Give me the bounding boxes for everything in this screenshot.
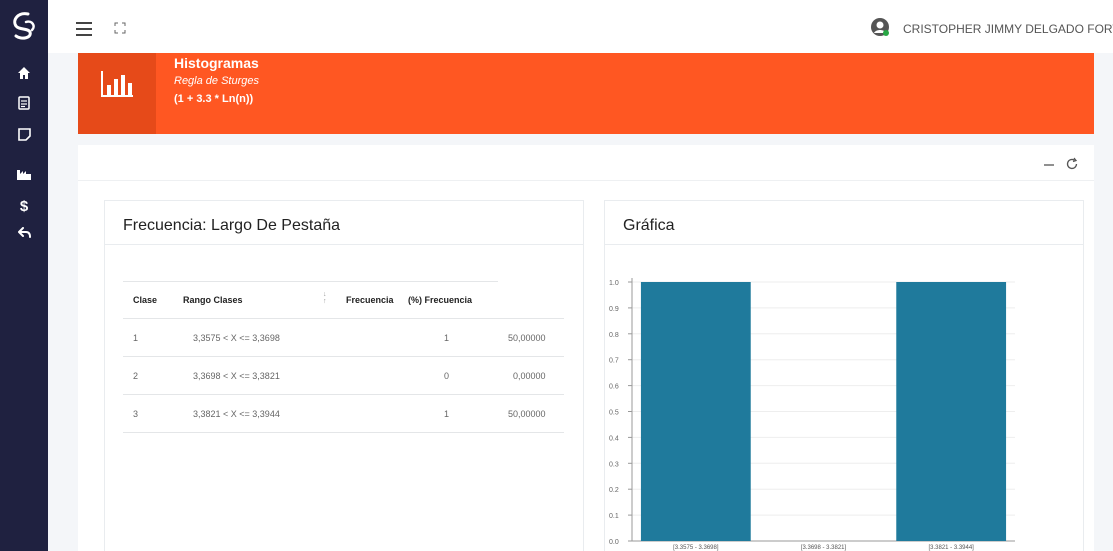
cell-clase: 3 bbox=[133, 409, 139, 419]
histogram-bar bbox=[640, 282, 751, 541]
frequency-panel-title: Frecuencia: Largo De Pestaña bbox=[123, 217, 341, 234]
note-icon[interactable] bbox=[12, 124, 36, 144]
top-navbar: CRISTOPHER JIMMY DELGADO FORTTY bbox=[48, 0, 1113, 53]
y-tick-label: 0.7 bbox=[609, 358, 619, 365]
panel-header-divider bbox=[105, 244, 583, 245]
y-tick-label: 0.3 bbox=[609, 461, 619, 468]
refresh-icon[interactable] bbox=[1065, 157, 1079, 171]
dollar-icon[interactable]: $ bbox=[12, 196, 36, 216]
x-tick-label: [3.3575 - 3.3698] bbox=[673, 545, 719, 551]
histogram-bar bbox=[896, 282, 1007, 541]
factory-icon[interactable] bbox=[12, 164, 36, 184]
col-header-rango-clases[interactable]: Rango Clases bbox=[183, 295, 243, 305]
card-header-divider bbox=[78, 180, 1094, 181]
cell-frecuencia: 0 bbox=[444, 371, 450, 381]
y-tick-label: 0.2 bbox=[609, 487, 619, 494]
page-banner: Histogramas Regla de Sturges (1 + 3.3 * … bbox=[78, 53, 1094, 134]
cell-rango: 3,3821 < X <= 3,3944 bbox=[193, 409, 280, 419]
sidebar: $ bbox=[0, 0, 48, 551]
user-name[interactable]: CRISTOPHER JIMMY DELGADO FORTTY bbox=[903, 22, 1113, 36]
cs-logo[interactable] bbox=[6, 8, 42, 44]
fullscreen-icon[interactable] bbox=[114, 22, 126, 34]
y-tick-label: 0.4 bbox=[609, 435, 619, 442]
minimize-icon[interactable] bbox=[1043, 160, 1055, 170]
y-tick-label: 1.0 bbox=[609, 280, 619, 287]
cell-rango: 3,3575 < X <= 3,3698 bbox=[193, 333, 280, 343]
cell-clase: 1 bbox=[133, 333, 139, 343]
chart-panel: Gráfica 0.0 0.1 0.2 0.3 0.4 0.5 0.6 0.7 0.8 0.9 1.… bbox=[604, 200, 1084, 551]
sturges-formula: (1 + 3.3 * Ln(n)) bbox=[174, 93, 254, 105]
page-subtitle: Regla de Sturges bbox=[174, 75, 259, 87]
main-content: Histogramas Regla de Sturges (1 + 3.3 * … bbox=[56, 53, 1113, 551]
y-tick-label: 0.1 bbox=[609, 513, 619, 520]
back-arrow-icon[interactable] bbox=[12, 222, 36, 242]
y-tick-label: 0.8 bbox=[609, 332, 619, 339]
row-divider bbox=[123, 394, 564, 395]
cell-clase: 2 bbox=[133, 371, 139, 381]
chart-panel-title: Gráfica bbox=[623, 217, 675, 234]
page-title: Histogramas bbox=[174, 55, 259, 71]
x-tick-label: [3.3698 - 3.3821] bbox=[801, 545, 847, 551]
row-divider bbox=[123, 356, 564, 357]
document-icon[interactable] bbox=[12, 93, 36, 113]
col-header-clase[interactable]: Clase bbox=[133, 295, 157, 305]
frequency-panel: Frecuencia: Largo De Pestaña Clase Rango… bbox=[104, 200, 584, 551]
table-header-top-line bbox=[123, 281, 498, 282]
histogram-card: Frecuencia: Largo De Pestaña Clase Rango… bbox=[78, 145, 1094, 551]
col-header-frecuencia[interactable]: Frecuencia bbox=[346, 295, 394, 305]
col-header-porcentaje[interactable]: (%) Frecuencia bbox=[408, 295, 472, 305]
banner-icon-box bbox=[78, 53, 156, 134]
cell-porcentaje: 0,00000 bbox=[513, 371, 546, 381]
cell-rango: 3,3698 < X <= 3,3821 bbox=[193, 371, 280, 381]
cell-frecuencia: 1 bbox=[444, 333, 450, 343]
histogram-chart: 0.0 0.1 0.2 0.3 0.4 0.5 0.6 0.7 0.8 0.9 1.0 [3.3575… bbox=[609, 278, 1015, 551]
y-tick-label: 0.5 bbox=[609, 410, 619, 417]
user-avatar-icon[interactable] bbox=[870, 17, 890, 37]
row-divider bbox=[123, 432, 564, 433]
cell-frecuencia: 1 bbox=[444, 409, 450, 419]
y-tick-label: 0.6 bbox=[609, 384, 619, 391]
cell-porcentaje: 50,00000 bbox=[508, 409, 546, 419]
y-tick-label: 0.9 bbox=[609, 306, 619, 313]
table-header-bottom-line bbox=[123, 318, 564, 319]
home-icon[interactable] bbox=[12, 63, 36, 83]
menu-toggle-icon[interactable] bbox=[76, 22, 92, 36]
y-tick-label: 0.0 bbox=[609, 539, 619, 546]
sort-icon[interactable]: ↓ ↑ bbox=[323, 291, 327, 305]
bar-chart-icon bbox=[101, 71, 133, 97]
x-tick-label: [3.3821 - 3.3944] bbox=[928, 545, 974, 551]
cell-porcentaje: 50,00000 bbox=[508, 333, 546, 343]
